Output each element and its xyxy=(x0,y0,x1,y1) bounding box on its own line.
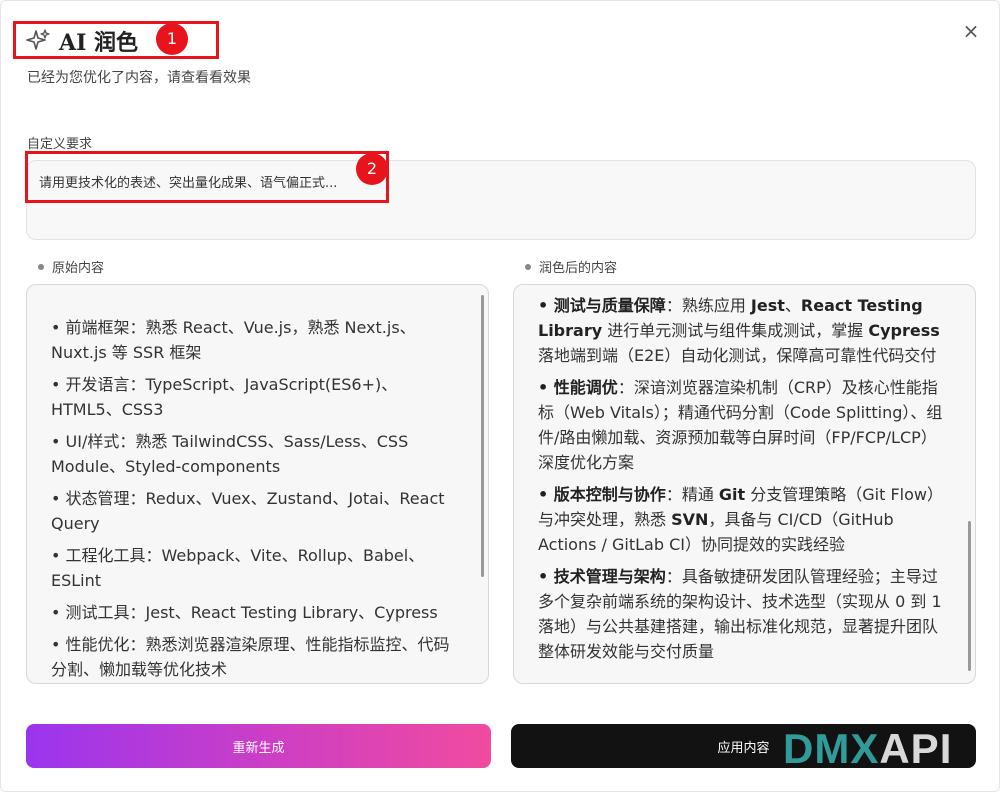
polished-list-item: • 测试与质量保障：熟练应用 Jest、React Testing Librar… xyxy=(538,293,947,368)
polished-item-text: 落地端到端（E2E）自动化测试，保障高可靠性代码交付 xyxy=(538,346,937,365)
polished-list-item: • 性能调优：深谙浏览器渲染机制（CRP）及核心性能指标（Web Vitals）… xyxy=(538,375,947,475)
polished-item-heading: • 技术管理与架构 xyxy=(538,567,666,586)
annotation-box-2 xyxy=(25,151,389,203)
polished-content-label: 润色后的内容 xyxy=(525,257,617,276)
scrollbar[interactable] xyxy=(481,295,484,577)
original-list-item: • 性能优化：熟悉浏览器渲染原理、性能指标监控、代码分割、懒加载等优化技术 xyxy=(51,635,450,679)
original-list-item: • UI/样式：熟悉 TailwindCSS、Sass/Less、CSS Mod… xyxy=(51,432,409,476)
original-list-item: • 前端框架：熟悉 React、Vue.js，熟悉 Next.js、Nuxt.j… xyxy=(51,318,416,362)
polished-item-heading: • 版本控制与协作 xyxy=(538,485,666,504)
original-list-item: • 工程化工具：Webpack、Vite、Rollup、Babel、ESLint xyxy=(51,546,425,590)
watermark-logo: DMXAPI xyxy=(783,725,953,772)
scrollbar[interactable] xyxy=(968,521,971,671)
polished-item-heading: • 测试与质量保障 xyxy=(538,296,666,315)
ai-polish-dialog: AI 润色 × 已经为您优化了内容，请查看看效果 1 自定义要求 请用更技术化的… xyxy=(0,0,1000,792)
bullet-dot xyxy=(38,263,44,270)
polished-item-text: 进行单元测试与组件集成测试，掌握 xyxy=(602,321,869,340)
custom-requirement-label: 自定义要求 xyxy=(27,137,93,152)
bullet-dot xyxy=(525,263,531,270)
polished-item-keyword: SVN xyxy=(671,510,709,529)
close-icon[interactable]: × xyxy=(961,21,981,41)
polished-list-item: • 版本控制与协作：精通 Git 分支管理策略（Git Flow）与冲突处理，熟… xyxy=(538,482,947,557)
polished-item-heading: • 性能调优 xyxy=(538,378,618,397)
polished-item-text: ：熟练应用 xyxy=(665,296,751,315)
annotation-number-1: 1 xyxy=(156,23,188,55)
polished-item-keyword: Git xyxy=(718,485,746,504)
polished-list-item: • 技术管理与架构：具备敏捷研发团队管理经验；主导过多个复杂前端系统的架构设计、… xyxy=(538,564,947,664)
original-content-panel[interactable]: • 前端框架：熟悉 React、Vue.js，熟悉 Next.js、Nuxt.j… xyxy=(26,284,489,684)
annotation-box-1 xyxy=(13,21,219,59)
original-content-label: 原始内容 xyxy=(38,257,104,276)
polished-content-panel[interactable]: • 测试与质量保障：熟练应用 Jest、React Testing Librar… xyxy=(513,284,976,684)
annotation-number-2: 2 xyxy=(356,153,388,185)
original-list-item: • 测试工具：Jest、React Testing Library、Cypres… xyxy=(51,603,438,622)
polished-item-keyword: Cypress xyxy=(868,321,940,340)
polished-item-keyword: Jest xyxy=(750,296,785,315)
dialog-subtitle: 已经为您优化了内容，请查看看效果 xyxy=(27,70,251,86)
regenerate-button[interactable]: 重新生成 xyxy=(26,724,491,768)
original-list-item: • 状态管理：Redux、Vuex、Zustand、Jotai、React Qu… xyxy=(51,489,445,533)
polished-item-text: 、 xyxy=(784,296,801,315)
original-list-item: • 开发语言：TypeScript、JavaScript(ES6+)、HTML5… xyxy=(51,375,398,419)
polished-item-text: ：精通 xyxy=(665,485,719,504)
